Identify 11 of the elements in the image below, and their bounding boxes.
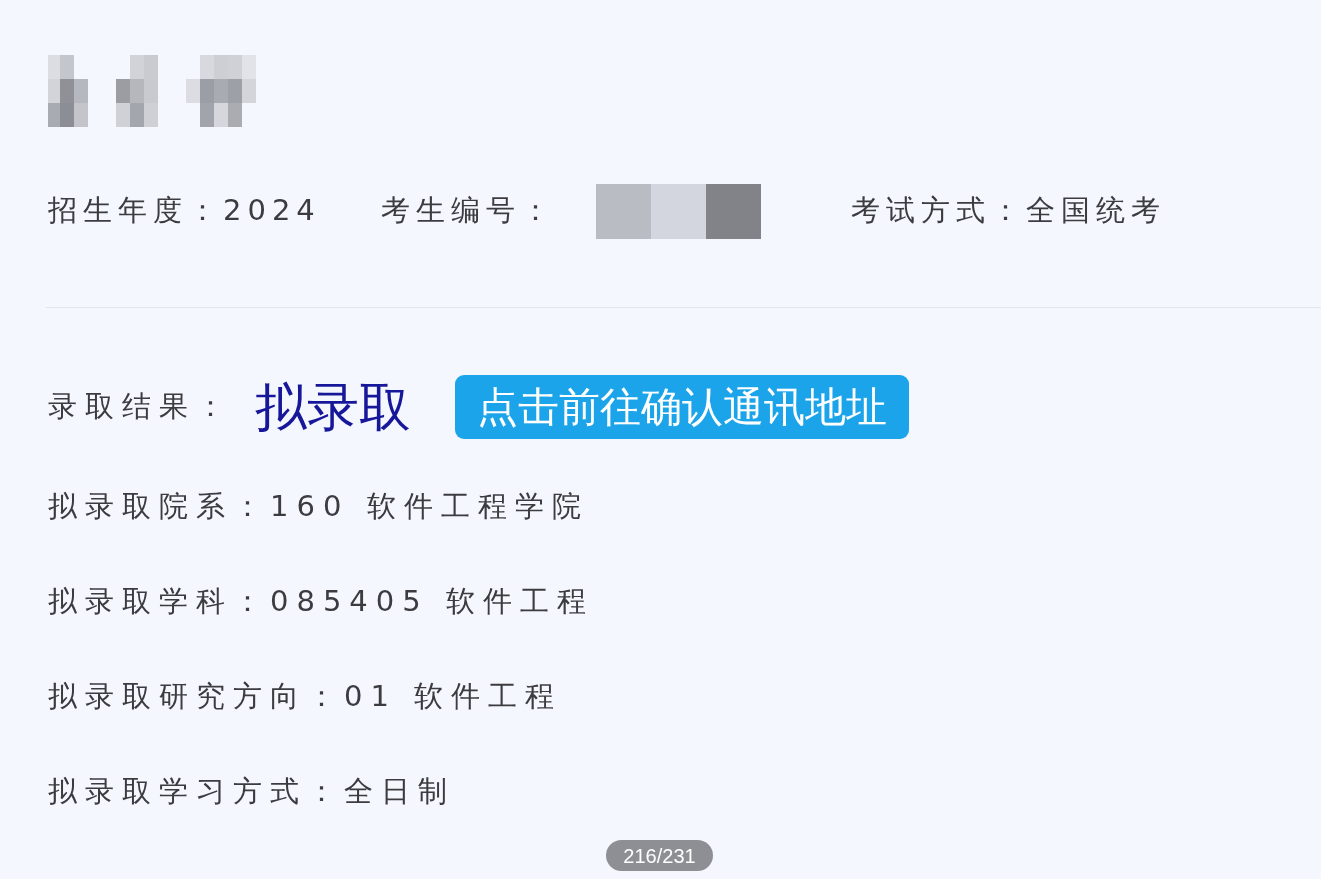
detail-field: 拟录取院系：160 软件工程学院 xyxy=(48,485,589,529)
detail-field: 拟录取研究方向：01 软件工程 xyxy=(48,675,563,719)
detail-field: 拟录取学科：085405 软件工程 xyxy=(48,580,594,624)
info-label: 考生编号： xyxy=(380,192,556,230)
result-label: 录取结果： xyxy=(48,388,233,426)
confirm-address-button[interactable]: 点击前往确认通讯地址 xyxy=(455,375,909,439)
result-status: 拟录取 xyxy=(255,377,411,438)
info-field: 招生年度：2024 xyxy=(48,189,321,233)
info-field: 考试方式：全国统考 xyxy=(850,189,1166,233)
page-indicator: 216/231 xyxy=(606,840,713,871)
detail-field: 拟录取学习方式：全日制 xyxy=(48,770,455,814)
